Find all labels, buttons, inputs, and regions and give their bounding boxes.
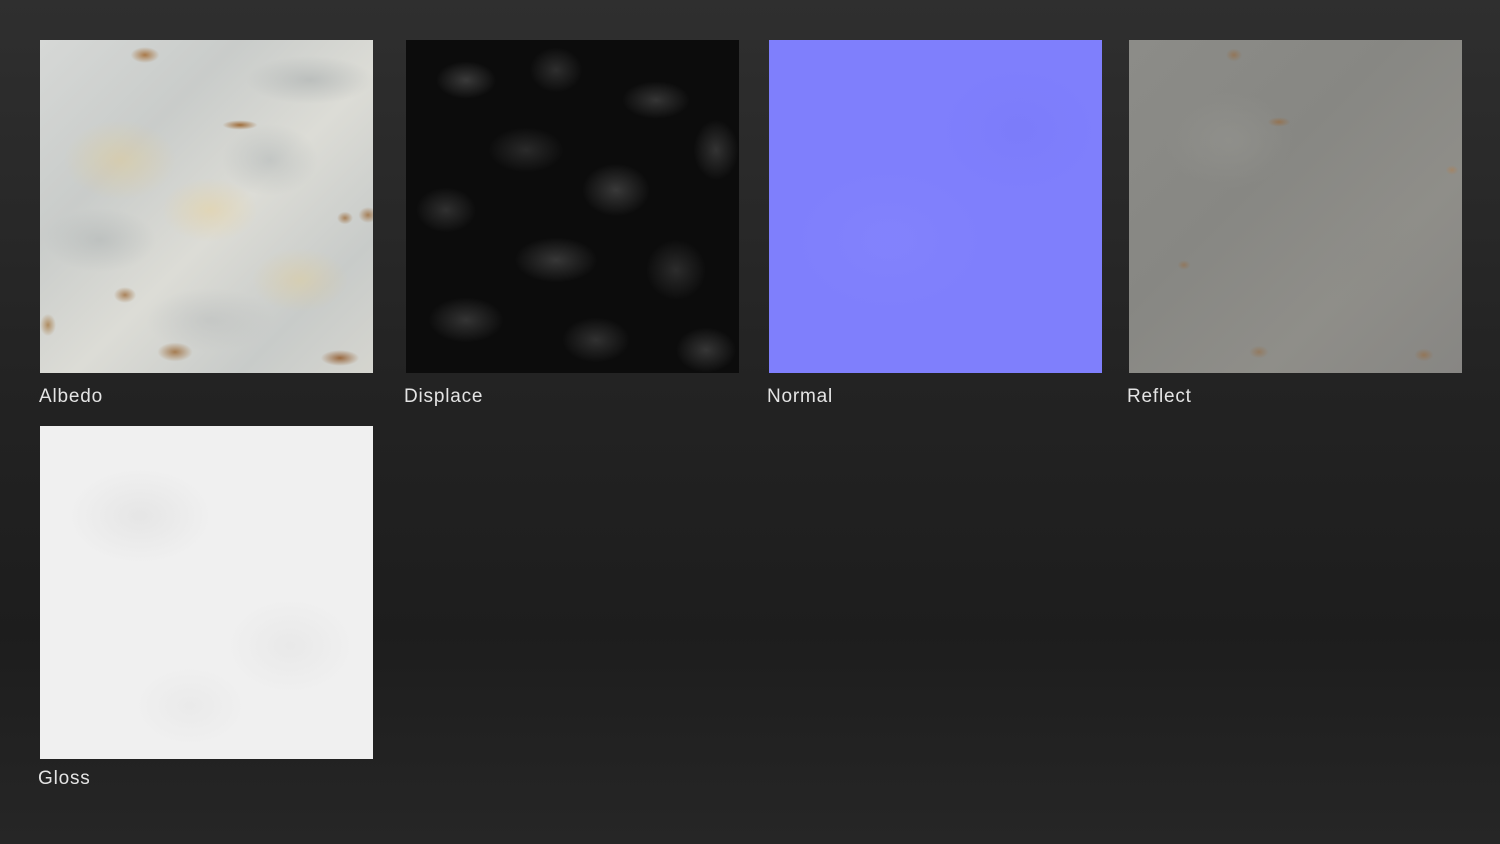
- albedo-label: Albedo: [39, 386, 103, 407]
- gloss-texture-thumbnail[interactable]: [40, 426, 373, 759]
- displace-label: Displace: [404, 386, 484, 407]
- reflect-texture-thumbnail[interactable]: [1129, 40, 1462, 373]
- gloss-label: Gloss: [38, 768, 91, 789]
- normal-label: Normal: [767, 386, 834, 407]
- reflect-label: Reflect: [1127, 386, 1192, 407]
- albedo-texture-thumbnail[interactable]: [40, 40, 373, 373]
- normal-texture-thumbnail[interactable]: [769, 40, 1102, 373]
- displace-texture-thumbnail[interactable]: [406, 40, 739, 373]
